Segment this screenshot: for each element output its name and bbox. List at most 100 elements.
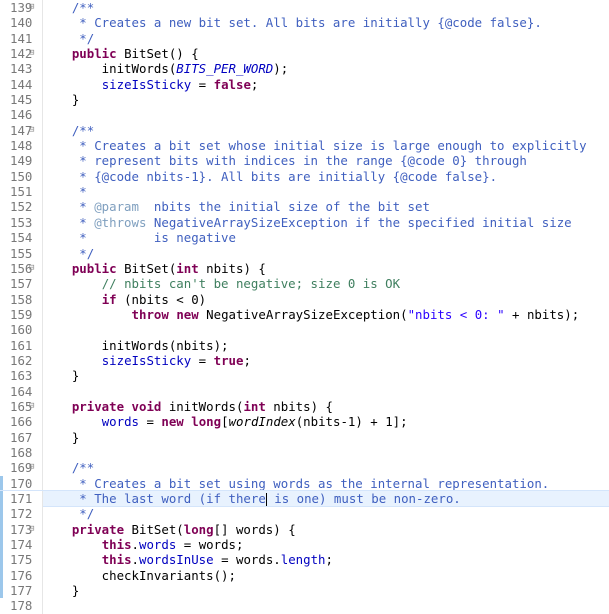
- code-token: private: [71, 521, 125, 537]
- code-line[interactable]: 176 checkInvariants();: [0, 567, 609, 584]
- code-line[interactable]: 142 ⊟ public BitSet() {: [0, 46, 609, 62]
- code-line[interactable]: 158 if (nbits < 0): [0, 291, 609, 307]
- line-gutter: 165 ⊟: [0, 398, 43, 415]
- code-token: [] words) {: [213, 521, 296, 537]
- line-gutter: 144: [0, 76, 43, 93]
- code-line[interactable]: 171 * The last word (if there is one) mu…: [0, 489, 609, 508]
- code-line[interactable]: 143 initWords(BITS_PER_WORD);: [0, 61, 609, 77]
- code-line[interactable]: 165 ⊟ private void initWords(int nbits) {: [0, 398, 609, 415]
- line-gutter: 170: [0, 475, 43, 491]
- code-token: this: [101, 537, 132, 553]
- fold-toggle-icon[interactable]: ⊟: [29, 0, 34, 15]
- line-number: 153: [10, 214, 33, 230]
- code-line[interactable]: 163 }: [0, 368, 609, 384]
- code-line[interactable]: 156 ⊟ public BitSet(int nbits) {: [0, 260, 609, 277]
- code-line[interactable]: 168: [0, 444, 609, 461]
- line-gutter: 149: [0, 153, 43, 169]
- line-number: 155: [10, 245, 33, 261]
- code-token: .: [131, 552, 139, 568]
- fold-toggle-icon[interactable]: ⊟: [29, 123, 34, 138]
- line-gutter: 178: [0, 598, 43, 614]
- line-number: 162: [10, 352, 33, 368]
- line-gutter: 167: [0, 429, 43, 445]
- code-line[interactable]: 160: [0, 322, 609, 338]
- code-token: /**: [71, 460, 95, 476]
- code-token: is one) must be non-zero.: [266, 491, 461, 506]
- code-line[interactable]: 141 */: [0, 30, 609, 47]
- code-line[interactable]: 172 */: [0, 506, 609, 522]
- line-gutter: 147 ⊟: [0, 122, 43, 139]
- code-text: private BitSet(long[] words) {: [42, 522, 296, 537]
- code-token: // nbits can't be negative; size 0 is OK: [101, 276, 401, 292]
- code-line[interactable]: 140 * Creates a new bit set. All bits ar…: [0, 15, 609, 31]
- code-token: initWords(: [42, 61, 177, 77]
- code-line[interactable]: 145 }: [0, 92, 609, 108]
- code-line[interactable]: 159 throw new NegativeArraySizeException…: [0, 306, 609, 323]
- code-token: * Creates a new bit set. All bits are in…: [42, 15, 542, 31]
- line-number: 174: [10, 537, 33, 553]
- code-line[interactable]: 169 ⊟ /**: [0, 460, 609, 476]
- line-gutter: 155: [0, 245, 43, 261]
- code-editor[interactable]: 139 ⊟ /** 140 * Creates a new bit set. All…: [0, 0, 609, 614]
- code-line[interactable]: 151 *: [0, 184, 609, 200]
- code-token: long: [183, 521, 214, 537]
- code-text: * Creates a new bit set. All bits are in…: [42, 15, 542, 30]
- change-marker: [0, 475, 3, 491]
- code-line[interactable]: 149 * represent bits with indices in the…: [0, 153, 609, 169]
- line-gutter: 156 ⊟: [0, 260, 43, 277]
- code-line[interactable]: 170 * Creates a bit set using words as t…: [0, 475, 609, 491]
- code-token: wordsInUse: [139, 552, 214, 568]
- line-number: 171: [10, 491, 33, 506]
- code-line[interactable]: 153 * @throws NegativeArraySizeException…: [0, 214, 609, 231]
- code-token: nbits) {: [198, 260, 266, 276]
- code-line[interactable]: 177 }: [0, 583, 609, 599]
- code-line[interactable]: 148 * Creates a bit set whose initial si…: [0, 138, 609, 154]
- code-token: =: [191, 76, 214, 92]
- code-line[interactable]: 157 // nbits can't be negative; size 0 i…: [0, 276, 609, 292]
- code-token: @throws: [94, 214, 147, 230]
- code-line[interactable]: 162 sizeIsSticky = true;: [0, 352, 609, 369]
- code-line[interactable]: 167 }: [0, 429, 609, 445]
- code-line[interactable]: 139 ⊟ /**: [0, 0, 609, 16]
- code-token: sizeIsSticky: [101, 352, 192, 368]
- line-number: 152: [10, 199, 33, 215]
- code-line[interactable]: 147 ⊟ /**: [0, 122, 609, 139]
- code-line[interactable]: 164: [0, 383, 609, 399]
- fold-toggle-icon[interactable]: ⊟: [29, 522, 34, 537]
- fold-toggle-icon[interactable]: ⊟: [29, 46, 34, 61]
- code-line[interactable]: 150 * {@code nbits-1}. All bits are init…: [0, 168, 609, 185]
- code-line[interactable]: 161 initWords(nbits);: [0, 337, 609, 353]
- line-number: 176: [10, 567, 33, 583]
- line-number: 146: [10, 107, 33, 123]
- code-line[interactable]: 173 ⊟ private BitSet(long[] words) {: [0, 521, 609, 538]
- code-line[interactable]: 166 words = new long[wordIndex(nbits-1) …: [0, 414, 609, 430]
- change-marker: [0, 567, 3, 584]
- code-line[interactable]: 155 */: [0, 245, 609, 261]
- code-line[interactable]: 175 this.wordsInUse = words.length;: [0, 552, 609, 568]
- fold-toggle-icon[interactable]: ⊟: [29, 399, 34, 414]
- code-text: /**: [42, 123, 94, 138]
- code-line[interactable]: 174 this.words = words;: [0, 537, 609, 553]
- line-number: 157: [10, 276, 33, 292]
- change-marker: [0, 521, 3, 538]
- line-gutter: 139 ⊟: [0, 0, 43, 16]
- fold-toggle-icon[interactable]: ⊟: [29, 460, 34, 475]
- code-line[interactable]: 146: [0, 107, 609, 123]
- fold-toggle-icon[interactable]: ⊟: [29, 261, 34, 276]
- code-line[interactable]: 144 sizeIsSticky = false;: [0, 76, 609, 93]
- code-line[interactable]: 152 * @param nbits the initial size of t…: [0, 199, 609, 215]
- code-line[interactable]: 154 * is negative: [0, 230, 609, 246]
- line-number: 166: [10, 414, 33, 430]
- code-token: (nbits-1) + 1];: [295, 414, 408, 430]
- code-text: */: [42, 246, 94, 261]
- code-token: *: [42, 199, 95, 215]
- line-gutter: 154: [0, 230, 43, 246]
- code-token: checkInvariants();: [42, 567, 236, 583]
- code-token: words: [139, 537, 177, 553]
- line-number: 175: [10, 552, 33, 568]
- code-text: if (nbits < 0): [42, 292, 206, 307]
- code-line[interactable]: 178: [0, 598, 609, 614]
